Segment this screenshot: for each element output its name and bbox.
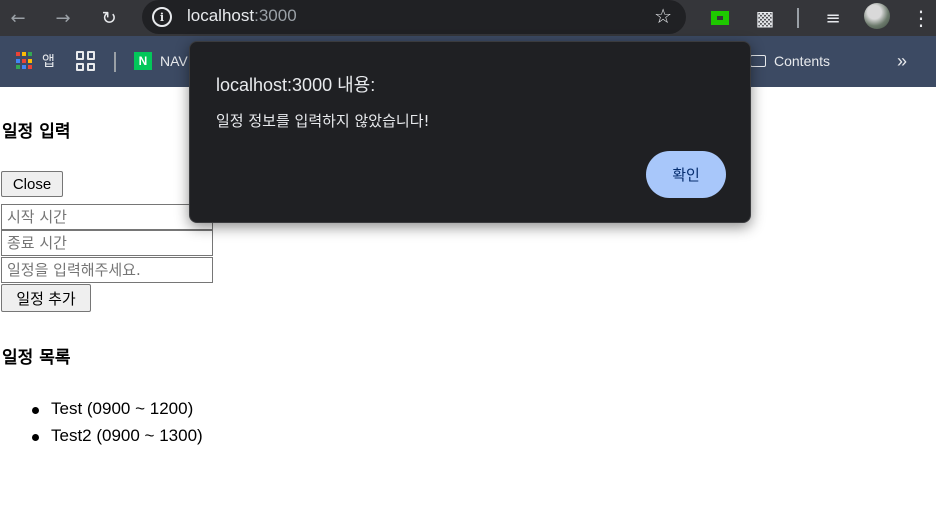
- add-schedule-button[interactable]: 일정 추가: [1, 284, 91, 312]
- bookmark-tiles[interactable]: [76, 50, 96, 72]
- schedule-input-heading: 일정 입력: [2, 122, 71, 142]
- folder-icon: [750, 55, 766, 67]
- end-time-input[interactable]: [1, 230, 213, 256]
- url-text[interactable]: localhost:3000: [187, 6, 297, 26]
- reload-button[interactable]: ↻: [95, 4, 123, 32]
- url-host: localhost: [187, 6, 255, 25]
- bookmark-contents-label: Contents: [774, 53, 831, 69]
- schedule-list: Test (0900 ~ 1200) Test2 (0900 ~ 1300): [32, 397, 203, 451]
- bookmark-apps-label: 앱: [42, 53, 55, 69]
- info-icon[interactable]: i: [152, 7, 172, 27]
- browser-toolbar: ← → ↻ i localhost:3000 ☆ ▩ ≡ ⋮: [0, 0, 936, 36]
- forward-button[interactable]: →: [49, 4, 77, 32]
- toolbar-divider: [797, 8, 799, 28]
- media-queue-icon[interactable]: ≡: [820, 6, 846, 30]
- naver-logo-icon: N: [134, 52, 152, 70]
- back-button[interactable]: ←: [4, 4, 32, 32]
- chevron-double-right-icon[interactable]: »: [897, 50, 907, 72]
- bookmarks-divider: [114, 52, 116, 72]
- arrow-left-icon: ←: [10, 7, 26, 29]
- bookmark-contents[interactable]: Contents: [750, 50, 830, 72]
- schedule-list-heading: 일정 목록: [2, 348, 71, 368]
- start-time-input[interactable]: [1, 204, 213, 230]
- dialog-title: localhost:3000 내용:: [216, 75, 376, 95]
- arrow-right-icon: →: [55, 7, 71, 29]
- more-menu-icon[interactable]: ⋮: [911, 6, 931, 30]
- bookmark-apps[interactable]: 앱: [16, 50, 55, 72]
- address-bar[interactable]: i localhost:3000 ☆: [142, 0, 686, 34]
- dialog-message: 일정 정보를 입력하지 않았습니다!: [216, 112, 430, 130]
- profile-avatar[interactable]: [864, 3, 890, 29]
- bookmark-naver-label: NAV: [160, 53, 188, 69]
- ok-button[interactable]: 확인: [646, 151, 726, 198]
- tiles-icon: [76, 51, 96, 71]
- schedule-text-input[interactable]: [1, 257, 213, 283]
- list-item: Test2 (0900 ~ 1300): [32, 424, 203, 451]
- bookmark-naver[interactable]: N NAV: [134, 50, 188, 72]
- naver-extension-icon[interactable]: [710, 6, 730, 30]
- puzzle-icon[interactable]: ▩: [752, 6, 778, 30]
- url-port: :3000: [254, 6, 297, 25]
- apps-grid-icon: [16, 52, 34, 70]
- close-button[interactable]: Close: [1, 171, 63, 197]
- reload-icon: ↻: [101, 7, 117, 29]
- alert-dialog: localhost:3000 내용: 일정 정보를 입력하지 않았습니다! 확인: [189, 41, 751, 223]
- star-icon[interactable]: ☆: [654, 4, 672, 28]
- list-item: Test (0900 ~ 1200): [32, 397, 203, 424]
